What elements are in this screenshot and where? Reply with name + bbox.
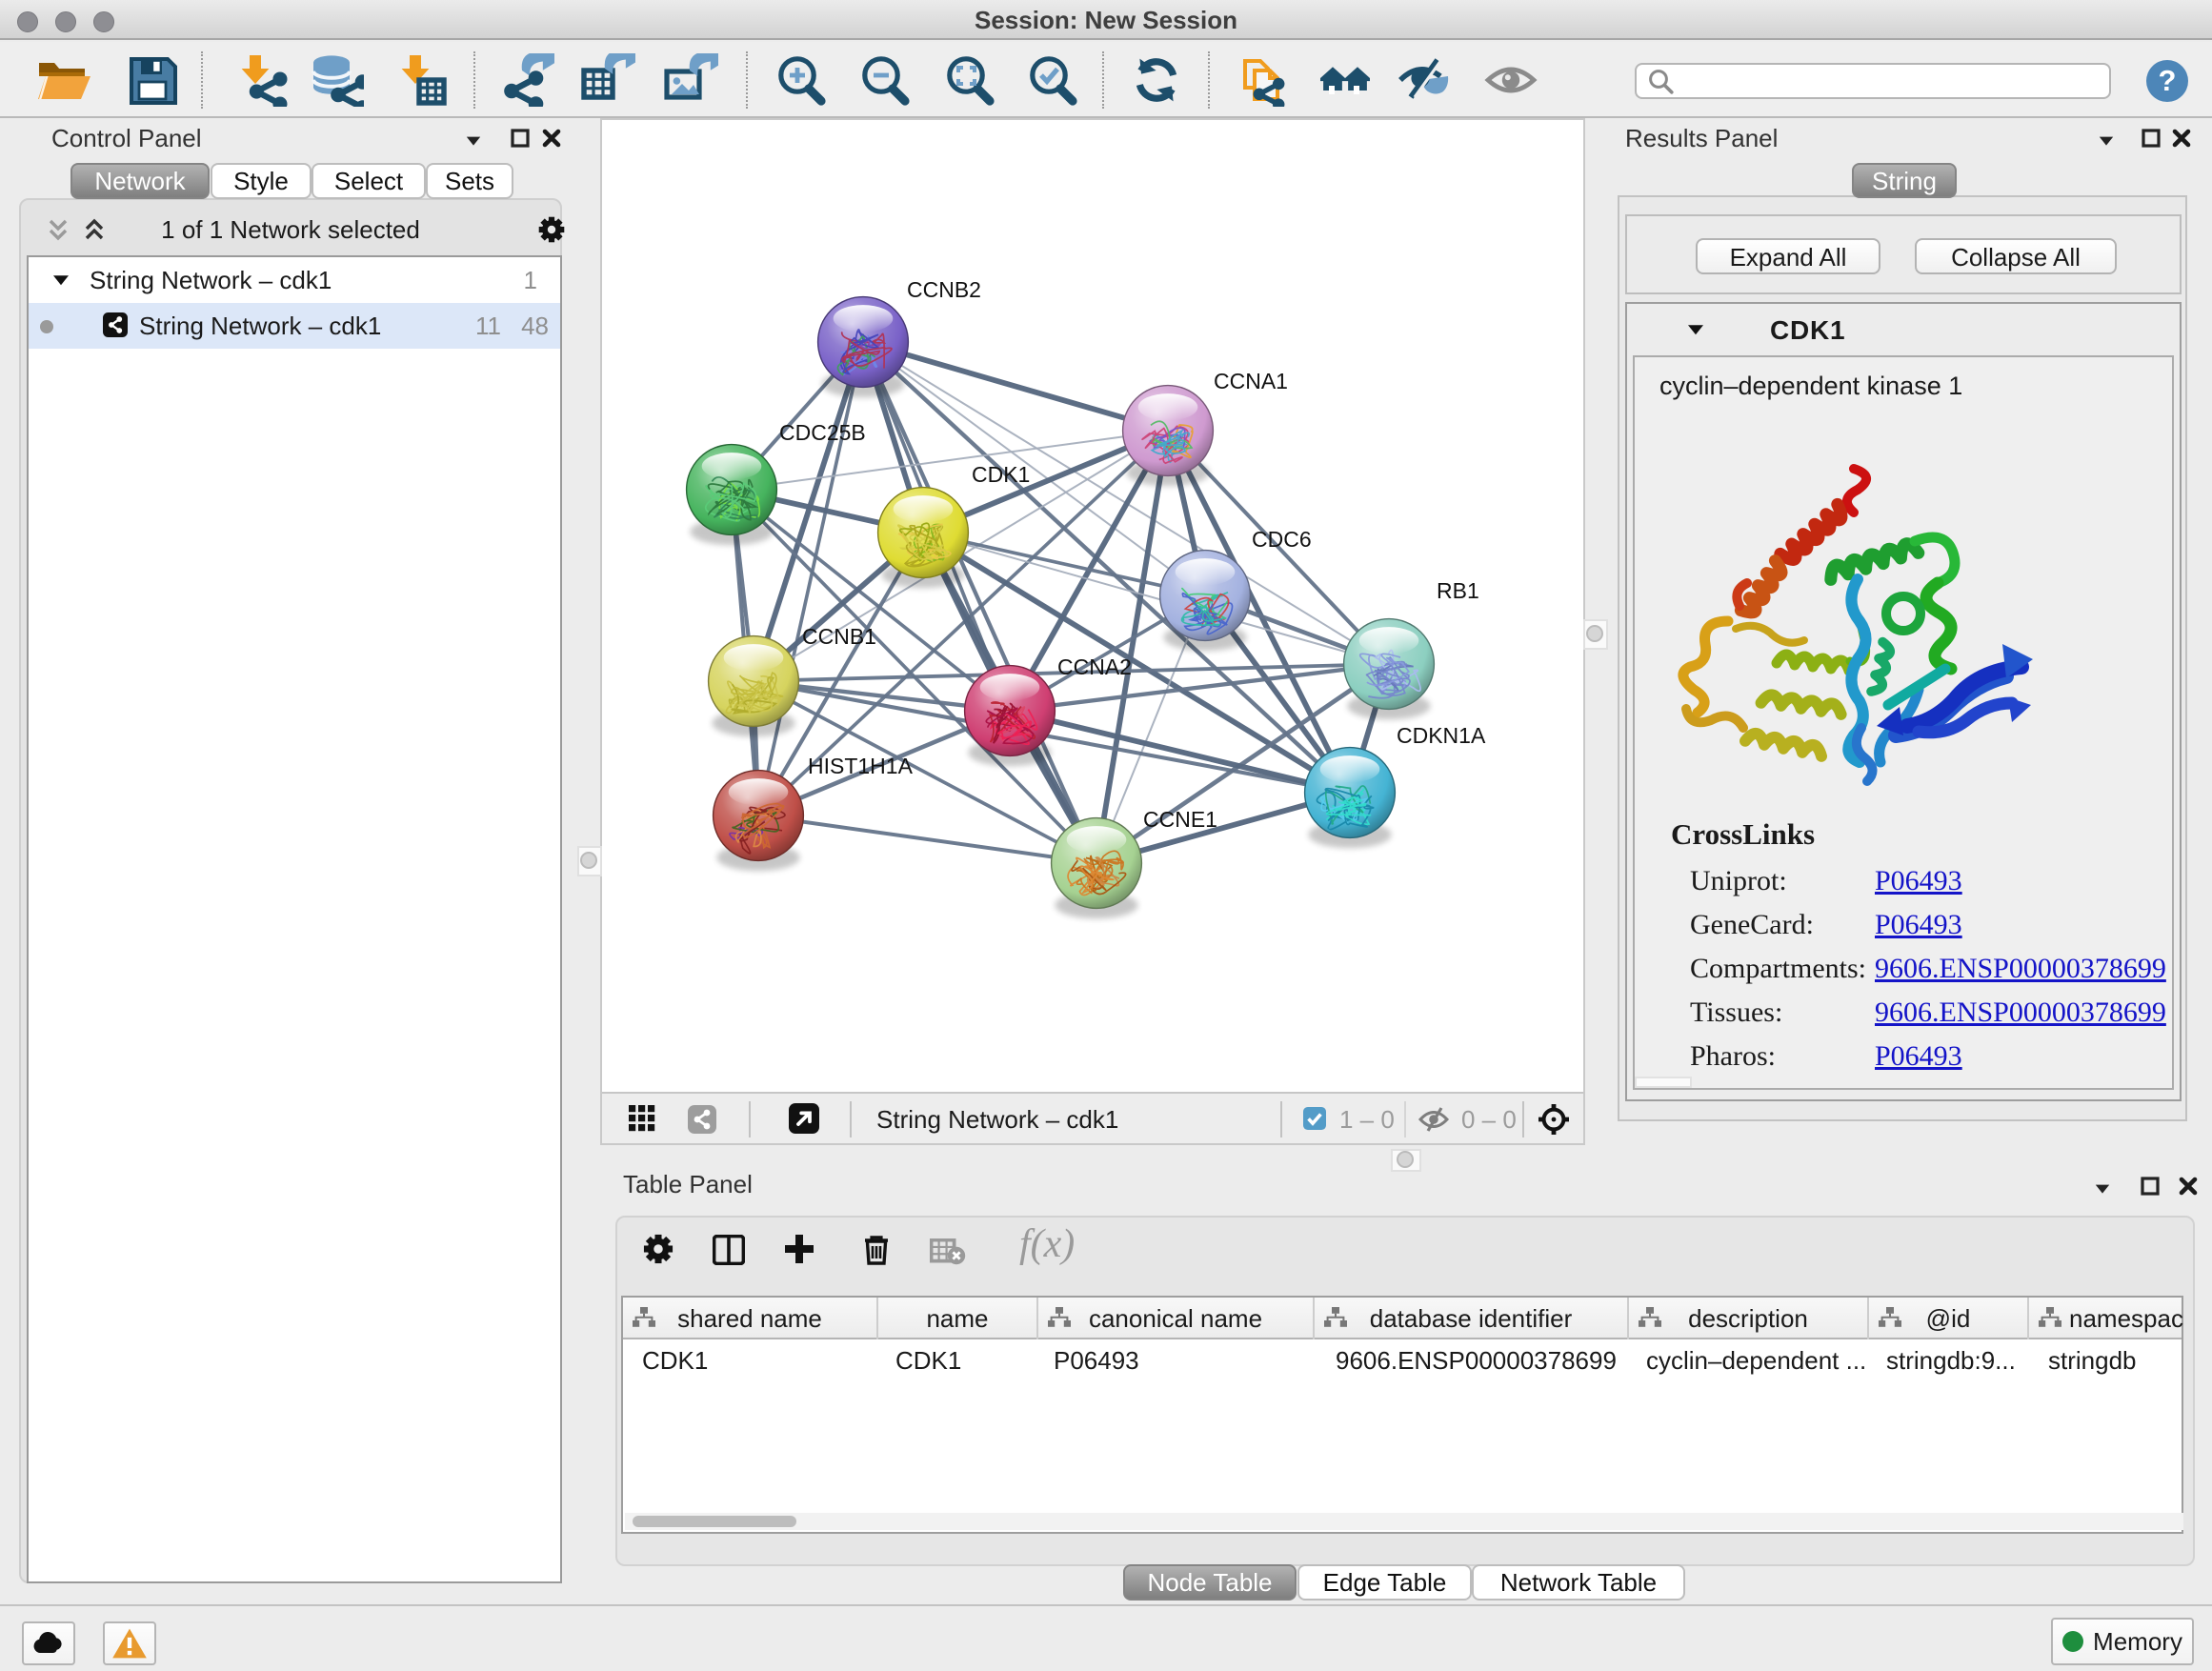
svg-text:CCNB2: CCNB2 [907,277,981,302]
svg-text:CCNA1: CCNA1 [1214,369,1288,393]
svg-text:?: ? [2159,64,2177,97]
svg-text:CDC6: CDC6 [1252,527,1312,552]
svg-text:CCNB1: CCNB1 [802,624,876,649]
svg-text:CDC25B: CDC25B [779,420,866,445]
svg-text:CDKN1A: CDKN1A [1397,723,1486,748]
svg-text:HIST1H1A: HIST1H1A [808,754,914,778]
svg-text:RB1: RB1 [1437,578,1479,603]
svg-text:CDK1: CDK1 [972,462,1030,487]
svg-text:CCNE1: CCNE1 [1143,807,1217,832]
svg-text:CCNA2: CCNA2 [1057,654,1132,679]
